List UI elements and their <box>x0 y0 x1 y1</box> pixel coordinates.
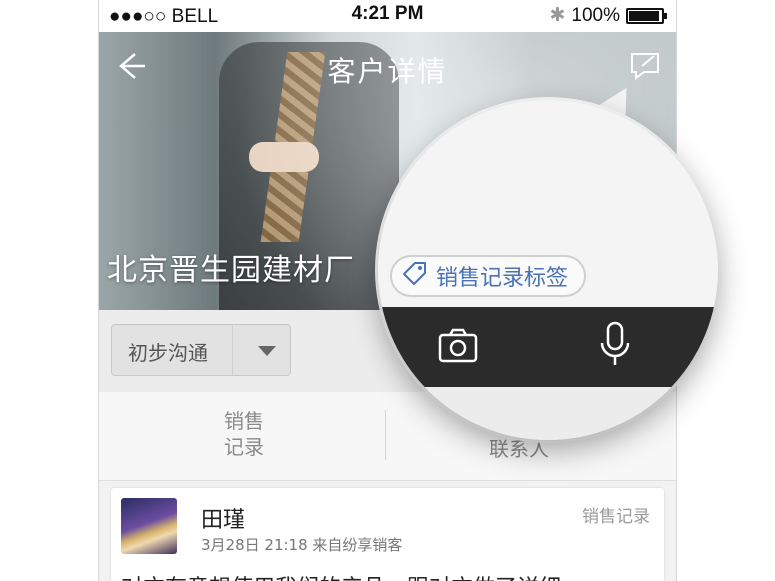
zoom-callout: 销售记录标签 <box>378 100 718 440</box>
stage-selected-value: 初步沟通 <box>128 341 208 365</box>
record-content: 对方有意想使用我们的产品，跟对方做了详细 <box>121 570 561 581</box>
chevron-down-icon <box>258 346 276 356</box>
record-card[interactable]: 田瑾 3月28日 21:18 来自纷享销客 销售记录 对方有意想使用我们的产品，… <box>111 488 664 581</box>
status-right: ✱ 100% <box>549 4 667 27</box>
nav-bar: 客户详情 <box>99 32 676 102</box>
microphone-icon[interactable] <box>598 321 632 369</box>
edit-note-icon[interactable] <box>628 48 662 82</box>
camera-icon[interactable] <box>438 325 478 365</box>
page-title: 客户详情 <box>327 55 448 88</box>
avatar[interactable] <box>121 498 177 554</box>
record-meta: 3月28日 21:18 来自纷享销客 <box>201 536 403 554</box>
stage-dropdown[interactable]: 初步沟通 <box>111 324 291 376</box>
status-bar: ●●●○○ BELL ︎ 4:21 PM ✱ 100% <box>99 0 676 32</box>
tag-icon <box>402 260 428 292</box>
company-name: 北京晋生园建材厂 <box>107 253 355 288</box>
record-author: 田瑾 <box>201 508 246 533</box>
tag-label: 销售记录标签 <box>436 266 569 291</box>
bluetooth-icon: ✱ <box>549 5 566 26</box>
tab-sales-records[interactable]: 销售 记录 <box>194 408 294 460</box>
record-type: 销售记录 <box>582 507 650 527</box>
battery-icon <box>626 7 667 24</box>
battery-percent: 100% <box>571 4 620 26</box>
sales-record-tag-button[interactable]: 销售记录标签 <box>390 255 587 297</box>
input-toolbar <box>378 307 718 387</box>
